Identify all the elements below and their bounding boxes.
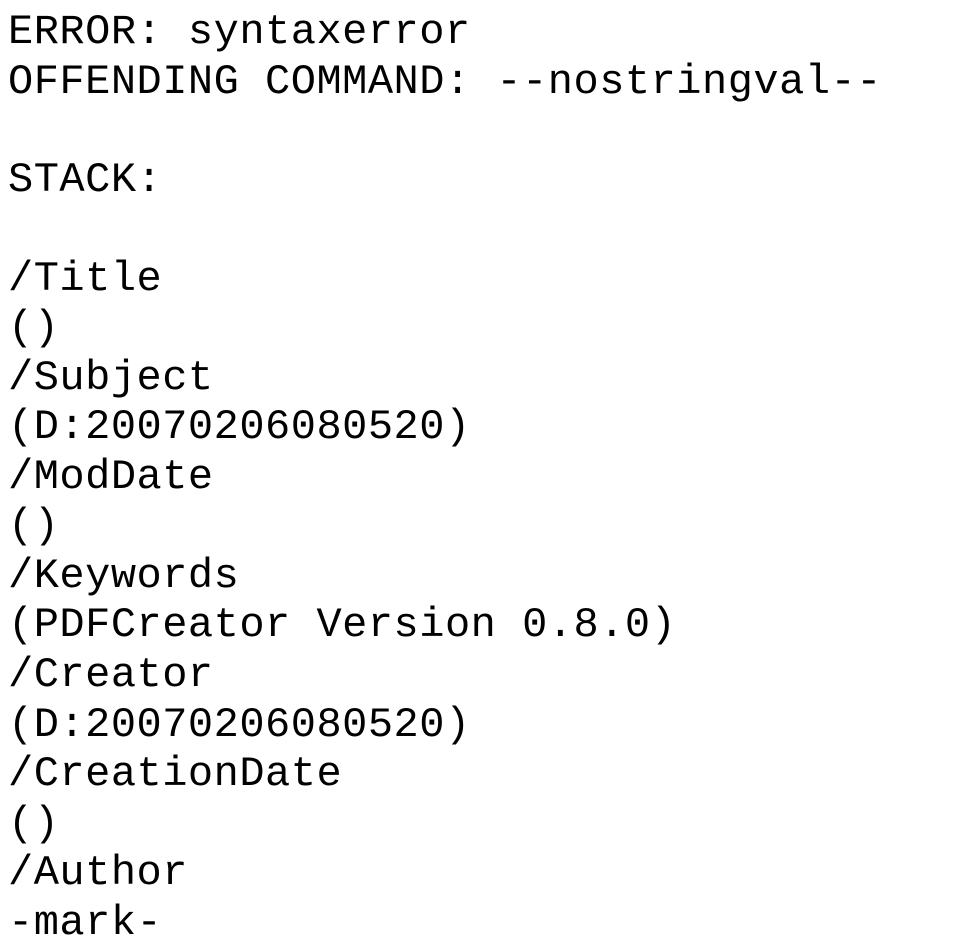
stack-subject-value: (D:20070206080520) bbox=[8, 403, 960, 453]
stack-header: STACK: bbox=[8, 156, 960, 206]
stack-title-key: /Title bbox=[8, 255, 960, 305]
error-output: ERROR: syntaxerror OFFENDING COMMAND: --… bbox=[8, 8, 960, 948]
stack-keywords-key: /Keywords bbox=[8, 552, 960, 602]
stack-author-key: /Author bbox=[8, 849, 960, 899]
stack-creationdate-value: () bbox=[8, 800, 960, 850]
stack-title-value: () bbox=[8, 304, 960, 354]
stack-creator-value: (D:20070206080520) bbox=[8, 701, 960, 751]
stack-moddate-value: () bbox=[8, 502, 960, 552]
stack-creationdate-key: /CreationDate bbox=[8, 750, 960, 800]
stack-subject-key: /Subject bbox=[8, 354, 960, 404]
offending-command-line: OFFENDING COMMAND: --nostringval-- bbox=[8, 58, 960, 108]
blank-line bbox=[8, 206, 960, 255]
blank-line bbox=[8, 107, 960, 156]
stack-keywords-value: (PDFCreator Version 0.8.0) bbox=[8, 601, 960, 651]
stack-mark: -mark- bbox=[8, 899, 960, 948]
error-line: ERROR: syntaxerror bbox=[8, 8, 960, 58]
stack-creator-key: /Creator bbox=[8, 651, 960, 701]
stack-moddate-key: /ModDate bbox=[8, 453, 960, 503]
